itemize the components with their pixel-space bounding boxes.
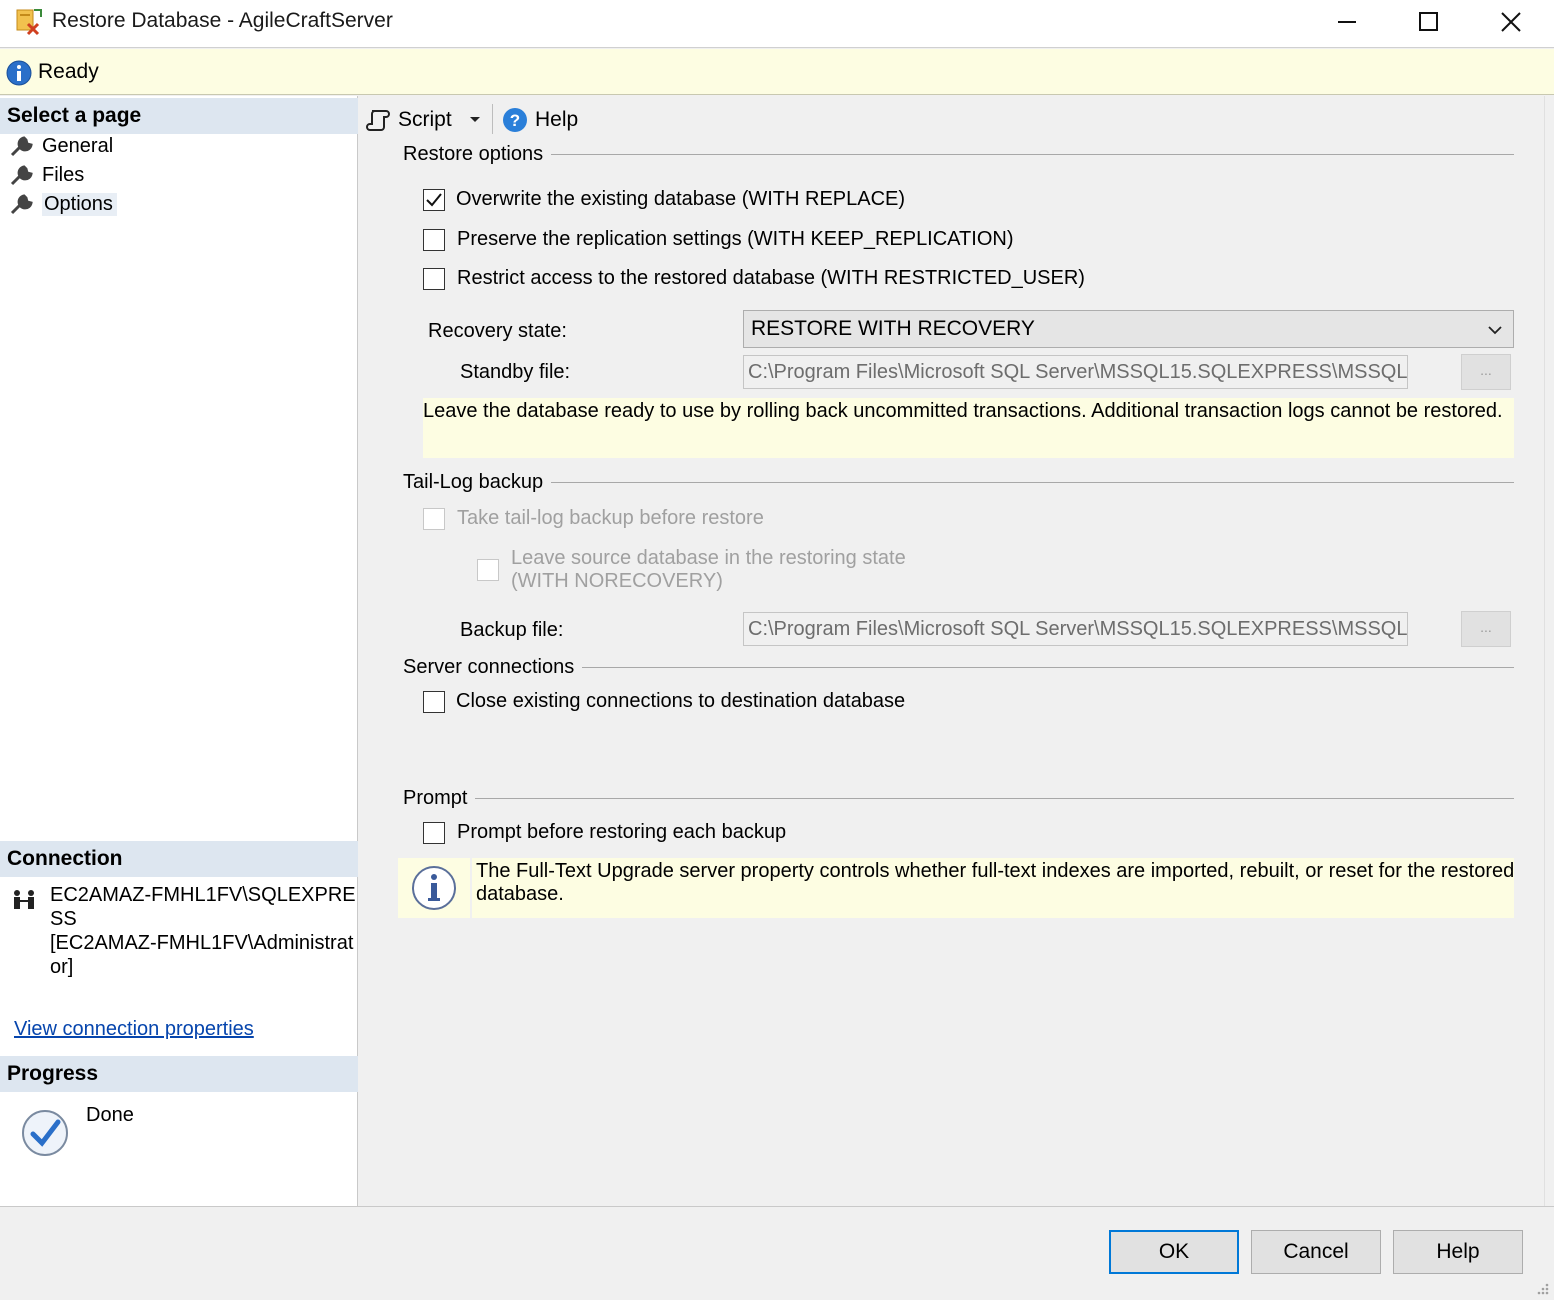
left-panel: Select a page General Files Options Conn…: [0, 96, 358, 1206]
restrict-access-checkbox[interactable]: [423, 268, 445, 290]
toolbar-help-button[interactable]: ? Help: [502, 104, 578, 136]
close-connections-label: Close existing connections to destinatio…: [456, 690, 906, 712]
leave-restoring-label: Leave source database in the restoring s…: [511, 547, 906, 593]
window-title: Restore Database - AgileCraftServer: [52, 9, 393, 32]
status-text: Ready: [38, 60, 99, 83]
script-dropdown-arrow[interactable]: [466, 110, 484, 134]
minimize-icon: [1338, 21, 1356, 23]
info-line: The Full-Text Upgrade server property co…: [476, 860, 1515, 882]
toolbar-separator: [492, 104, 493, 134]
maximize-button[interactable]: [1388, 0, 1470, 44]
standby-file-browse-button[interactable]: ...: [1461, 354, 1511, 390]
backup-file-label: Backup file:: [460, 619, 564, 641]
preserve-replication-label: Preserve the replication settings (WITH …: [457, 228, 1014, 250]
standby-file-label: Standby file:: [460, 361, 571, 383]
page-general[interactable]: General: [10, 132, 113, 160]
tail-log-title: Tail-Log backup: [403, 471, 552, 494]
standby-file-input[interactable]: C:\Program Files\Microsoft SQL Server\MS…: [743, 355, 1408, 389]
status-bar: Ready: [0, 49, 1554, 95]
preserve-replication-checkbox[interactable]: [423, 229, 445, 251]
connection-info: EC2AMAZ-FMHL1FV\SQLEXPRE SS [EC2AMAZ-FMH…: [50, 883, 356, 979]
help-button[interactable]: Help: [1393, 1230, 1523, 1274]
recovery-state-label: Recovery state:: [428, 320, 567, 342]
overwrite-label: Overwrite the existing database (WITH RE…: [456, 188, 906, 210]
server-connection-icon: [14, 890, 34, 909]
connection-line: SS: [50, 908, 77, 930]
leave-restoring-checkbox[interactable]: [477, 559, 499, 581]
connection-line: EC2AMAZ-FMHL1FV\SQLEXPRE: [50, 884, 356, 906]
help-icon: ?: [503, 108, 527, 132]
group-divider: [404, 482, 1514, 483]
cancel-button[interactable]: Cancel: [1251, 1230, 1381, 1274]
help-label: Help: [535, 108, 579, 131]
resize-grip-icon[interactable]: [1534, 1280, 1550, 1296]
script-label: Script: [398, 108, 452, 131]
connection-line: [EC2AMAZ-FMHL1FV\Administrat: [50, 932, 354, 954]
progress-header: Progress: [0, 1056, 358, 1092]
prompt-before-checkbox[interactable]: [423, 822, 445, 844]
backup-file-input[interactable]: C:\Program Files\Microsoft SQL Server\MS…: [743, 612, 1408, 646]
checkmark-done-icon: [22, 1110, 68, 1156]
recovery-state-select[interactable]: RESTORE WITH RECOVERY: [743, 310, 1514, 348]
title-bar: Restore Database - AgileCraftServer: [0, 0, 1554, 48]
connection-line: or]: [50, 956, 74, 978]
close-connections-checkbox[interactable]: [423, 691, 445, 713]
backup-file-browse-button[interactable]: ...: [1461, 611, 1511, 647]
info-icon: [412, 866, 456, 910]
restore-database-icon: [16, 9, 42, 36]
close-button[interactable]: [1470, 0, 1552, 44]
view-connection-properties-link[interactable]: View connection properties: [14, 1018, 254, 1041]
minimize-button[interactable]: [1306, 0, 1388, 44]
select-page-header: Select a page: [0, 98, 358, 134]
wrench-icon: [10, 136, 33, 157]
take-tail-log-label: Take tail-log backup before restore: [457, 507, 764, 529]
maximize-icon: [1419, 12, 1438, 31]
options-panel: [359, 96, 1554, 1206]
scrollbar[interactable]: [1544, 96, 1554, 1206]
overwrite-checkbox[interactable]: [423, 189, 445, 211]
prompt-title: Prompt: [403, 787, 476, 810]
server-connections-title: Server connections: [403, 656, 583, 679]
page-files-label: Files: [42, 163, 85, 186]
script-button[interactable]: Script: [366, 104, 452, 136]
close-icon: [1501, 12, 1521, 32]
wrench-icon: [10, 165, 33, 186]
restrict-access-label: Restrict access to the restored database…: [457, 267, 1085, 289]
script-icon: [366, 110, 390, 131]
page-options-label: Options: [42, 192, 117, 216]
connection-header: Connection: [0, 841, 358, 877]
page-files[interactable]: Files: [10, 161, 84, 189]
page-general-label: General: [42, 134, 114, 157]
leave-restoring-line: Leave source database in the restoring s…: [511, 547, 906, 569]
take-tail-log-checkbox[interactable]: [423, 508, 445, 530]
page-options[interactable]: Options: [10, 190, 117, 218]
progress-status: Done: [86, 1104, 134, 1126]
svg-text:?: ?: [510, 111, 520, 130]
full-text-info-box: The Full-Text Upgrade server property co…: [398, 858, 1514, 918]
caret-down-icon: [470, 117, 480, 122]
checkmark-icon: [426, 193, 442, 207]
leave-restoring-line: (WITH NORECOVERY): [511, 570, 723, 592]
ok-button[interactable]: OK: [1109, 1230, 1239, 1274]
recovery-state-value: RESTORE WITH RECOVERY: [751, 317, 1035, 340]
wrench-icon: [10, 194, 33, 215]
info-icon: [6, 60, 32, 86]
prompt-before-label: Prompt before restoring each backup: [457, 821, 787, 843]
group-divider: [404, 154, 1514, 155]
restore-options-title: Restore options: [403, 143, 552, 166]
info-line: database.: [476, 883, 564, 905]
recovery-state-description: Leave the database ready to use by rolli…: [423, 398, 1514, 458]
group-divider: [404, 798, 1514, 799]
chevron-down-icon: [1488, 326, 1502, 335]
full-text-info-text: The Full-Text Upgrade server property co…: [476, 860, 1514, 906]
